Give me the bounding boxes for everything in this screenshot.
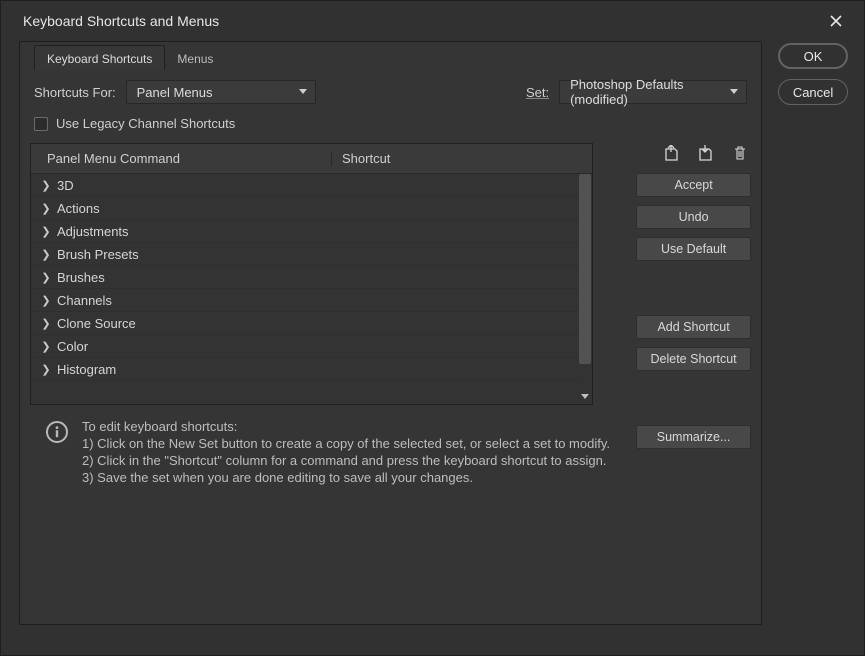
side-button-column: OK Cancel [778,41,848,637]
expand-icon: ❯ [39,179,53,192]
table-row[interactable]: ❯Clone Source [31,312,592,335]
set-dropdown[interactable]: Photoshop Defaults (modified) [559,80,747,104]
shortcuts-for-label: Shortcuts For: [34,85,116,100]
expand-icon: ❯ [39,317,53,330]
table-header: Panel Menu Command Shortcut [31,144,592,174]
trash-icon [733,145,747,161]
delete-set-button[interactable] [731,144,749,162]
save-set-icon [697,145,715,161]
ok-button[interactable]: OK [778,43,848,69]
expand-icon: ❯ [39,202,53,215]
chevron-down-icon [730,89,738,95]
expand-icon: ❯ [39,363,53,376]
expand-icon: ❯ [39,248,53,261]
dialog-body: Keyboard Shortcuts Menus Shortcuts For: … [1,41,864,655]
tab-menus[interactable]: Menus [165,46,225,70]
table-row[interactable]: ❯Adjustments [31,220,592,243]
new-set-icon [663,145,681,161]
shortcuts-for-dropdown[interactable]: Panel Menus [126,80,316,104]
table-row[interactable]: ❯Brushes [31,266,592,289]
dialog-title: Keyboard Shortcuts and Menus [23,13,219,29]
save-set-button[interactable] [697,144,715,162]
shortcuts-for-value: Panel Menus [137,85,213,100]
close-button[interactable] [824,9,848,33]
table-row[interactable]: ❯Color [31,335,592,358]
new-set-button[interactable] [663,144,681,162]
expand-icon: ❯ [39,271,53,284]
chevron-down-icon [299,89,307,95]
add-shortcut-button[interactable]: Add Shortcut [636,315,751,339]
expand-icon: ❯ [39,225,53,238]
delete-shortcut-button[interactable]: Delete Shortcut [636,347,751,371]
scroll-thumb[interactable] [579,174,591,364]
accept-button[interactable]: Accept [636,173,751,197]
legacy-checkbox-row: Use Legacy Channel Shortcuts [30,108,751,135]
help-line: 1) Click on the New Set button to create… [82,436,610,453]
action-column: Accept Undo Use Default Add Shortcut Del… [636,173,751,449]
table-row[interactable]: ❯3D [31,174,592,197]
set-icon-row [663,144,749,162]
table-body: ❯3D ❯Actions ❯Adjustments ❯Brush Presets… [31,174,592,404]
table-row[interactable]: ❯Histogram [31,358,592,381]
scroll-down-icon[interactable] [578,390,592,404]
expand-icon: ❯ [39,340,53,353]
help-title: To edit keyboard shortcuts: [82,419,610,436]
table-row[interactable]: ❯Actions [31,197,592,220]
titlebar: Keyboard Shortcuts and Menus [1,1,864,41]
column-header-shortcut[interactable]: Shortcut [331,151,592,166]
controls-row: Shortcuts For: Panel Menus Set: Photosho… [30,70,751,108]
legacy-checkbox[interactable] [34,117,48,131]
main-panel: Keyboard Shortcuts Menus Shortcuts For: … [19,41,762,625]
tab-keyboard-shortcuts[interactable]: Keyboard Shortcuts [34,45,165,70]
legacy-checkbox-label: Use Legacy Channel Shortcuts [56,116,235,131]
summarize-button[interactable]: Summarize... [636,425,751,449]
help-line: 2) Click in the "Shortcut" column for a … [82,453,610,470]
table-row[interactable]: ❯Brush Presets [31,243,592,266]
column-header-command[interactable]: Panel Menu Command [31,151,331,166]
undo-button[interactable]: Undo [636,205,751,229]
info-icon [46,421,68,443]
close-icon [829,14,843,28]
shortcut-table: Panel Menu Command Shortcut ❯3D ❯Actions… [30,143,593,405]
help-text: To edit keyboard shortcuts: 1) Click on … [82,419,610,487]
tab-strip: Keyboard Shortcuts Menus [34,42,751,70]
cancel-button[interactable]: Cancel [778,79,848,105]
help-line: 3) Save the set when you are done editin… [82,470,610,487]
set-label: Set: [526,85,549,100]
dialog-keyboard-shortcuts: Keyboard Shortcuts and Menus Keyboard Sh… [0,0,865,656]
table-row[interactable]: ❯Channels [31,289,592,312]
use-default-button[interactable]: Use Default [636,237,751,261]
expand-icon: ❯ [39,294,53,307]
scrollbar[interactable] [578,174,592,404]
set-value: Photoshop Defaults (modified) [570,77,722,107]
